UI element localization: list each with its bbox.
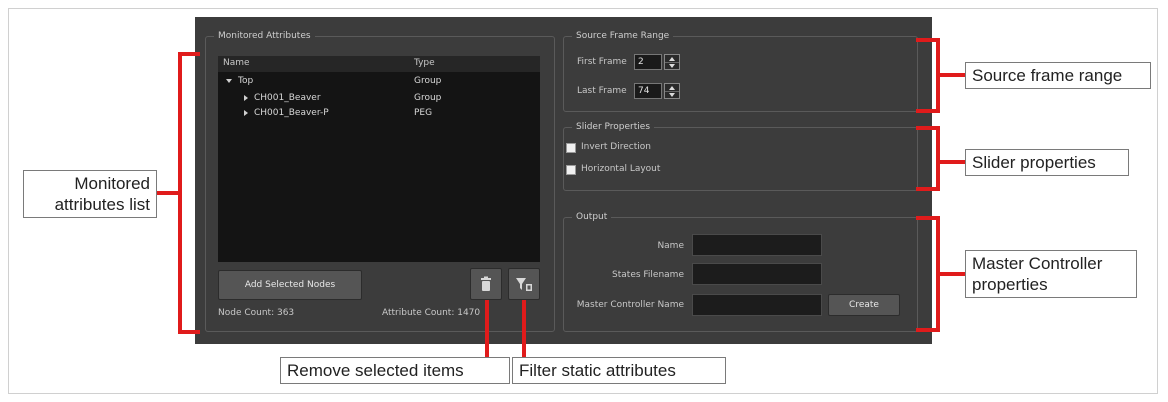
- horizontal-layout-checkbox[interactable]: [566, 165, 576, 175]
- invert-direction-checkbox[interactable]: [566, 143, 576, 153]
- monitored-bracket-top: [178, 52, 200, 56]
- tree-header: Name Type: [218, 56, 540, 72]
- node-count-label: Node Count: 363: [218, 308, 295, 318]
- slider-bracket-leader: [940, 160, 966, 164]
- slider-properties-callout: Slider properties: [965, 149, 1129, 176]
- tree-row-type: PEG: [414, 108, 433, 118]
- output-bracket-top: [916, 216, 940, 220]
- tree-row-name: CH001_Beaver: [254, 93, 321, 103]
- tree-row[interactable]: CH001_Beaver-P PEG: [218, 108, 540, 120]
- first-frame-input[interactable]: 2: [634, 54, 662, 70]
- tree-row[interactable]: Top Group: [218, 76, 540, 88]
- stepper-down-icon: [669, 93, 675, 97]
- filter-static-attributes-button[interactable]: [508, 268, 540, 300]
- callout-line: Master Controller: [972, 254, 1103, 273]
- horizontal-layout-label: Horizontal Layout: [581, 164, 661, 174]
- callout-line: Monitored: [74, 174, 150, 193]
- monitored-attributes-tree[interactable]: Name Type Top Group CH001_Beaver Group C…: [218, 56, 540, 262]
- monitored-bracket-leader: [156, 191, 180, 195]
- tree-row-name: Top: [238, 76, 254, 86]
- states-filename-field[interactable]: [692, 263, 822, 285]
- stepper-up-icon: [669, 57, 675, 61]
- name-label: Name: [657, 241, 684, 251]
- callout-line: attributes list: [54, 195, 150, 214]
- remove-selected-items-button[interactable]: [470, 268, 502, 300]
- tree-row-type: Group: [414, 93, 442, 103]
- slider-properties-group: Slider Properties: [563, 121, 918, 191]
- last-frame-label: Last Frame: [577, 86, 627, 96]
- output-bracket-leader: [940, 272, 966, 276]
- source-frame-range-callout: Source frame range: [965, 62, 1151, 89]
- slider-properties-title: Slider Properties: [572, 121, 655, 133]
- create-button[interactable]: Create: [828, 294, 900, 316]
- slider-bracket-line: [936, 126, 940, 191]
- first-frame-label: First Frame: [577, 57, 627, 67]
- monitored-bracket-bottom: [178, 330, 200, 334]
- source-bracket-bottom: [916, 109, 940, 113]
- invert-direction-label: Invert Direction: [581, 142, 651, 152]
- source-bracket-leader: [940, 73, 966, 77]
- master-controller-name-field[interactable]: [692, 294, 822, 316]
- filter-static-attributes-callout: Filter static attributes: [512, 357, 726, 384]
- name-field[interactable]: [692, 234, 822, 256]
- monitored-attributes-title: Monitored Attributes: [214, 30, 315, 42]
- monitored-attributes-callout: Monitored attributes list: [23, 170, 157, 218]
- trash-icon: [481, 276, 491, 291]
- tree-row-type: Group: [414, 76, 442, 86]
- last-frame-stepper[interactable]: [664, 83, 680, 99]
- source-frame-range-title: Source Frame Range: [572, 30, 674, 42]
- callout-line: properties: [972, 275, 1048, 294]
- collapse-arrow-icon[interactable]: [244, 109, 248, 116]
- attribute-count-label: Attribute Count: 1470: [382, 308, 481, 318]
- collapse-arrow-icon[interactable]: [244, 94, 248, 101]
- master-controller-callout: Master Controller properties: [965, 250, 1137, 298]
- output-bracket-bottom: [916, 328, 940, 332]
- filter-pointer-line: [522, 300, 526, 360]
- remove-pointer-line: [485, 300, 489, 360]
- source-frame-range-group: Source Frame Range: [563, 30, 918, 112]
- stepper-up-icon: [669, 86, 675, 90]
- first-frame-stepper[interactable]: [664, 54, 680, 70]
- add-selected-nodes-button[interactable]: Add Selected Nodes: [218, 270, 362, 300]
- column-name-header[interactable]: Name: [223, 58, 250, 68]
- slider-bracket-top: [916, 126, 940, 130]
- master-controller-name-label: Master Controller Name: [576, 300, 684, 310]
- column-type-header[interactable]: Type: [414, 58, 435, 68]
- tree-row-name: CH001_Beaver-P: [254, 108, 329, 118]
- states-filename-label: States Filename: [612, 270, 684, 280]
- expand-arrow-icon[interactable]: [226, 78, 232, 83]
- filter-icon: [516, 278, 532, 291]
- output-title: Output: [572, 211, 612, 223]
- source-bracket-top: [916, 38, 940, 42]
- stepper-down-icon: [669, 64, 675, 68]
- last-frame-input[interactable]: 74: [634, 83, 662, 99]
- slider-bracket-bottom: [916, 187, 940, 191]
- tree-row[interactable]: CH001_Beaver Group: [218, 93, 540, 105]
- remove-selected-items-callout: Remove selected items: [280, 357, 510, 384]
